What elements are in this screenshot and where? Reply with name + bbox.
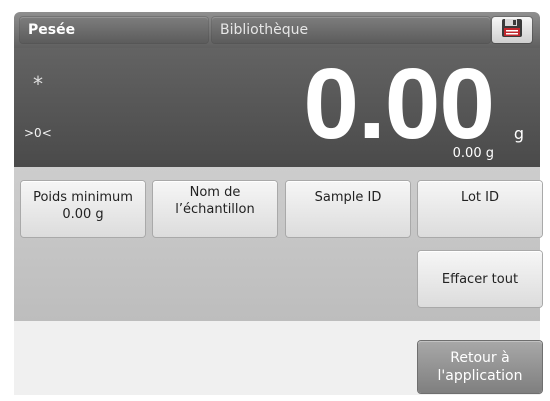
sample-name-button[interactable]: Nom de l’échantillon <box>153 181 277 237</box>
min-weight-label: Poids minimum <box>33 190 133 205</box>
clear-all-button[interactable]: Effacer tout <box>418 251 542 307</box>
clear-all-label: Effacer tout <box>441 271 519 287</box>
lot-id-button[interactable]: Lot ID <box>418 181 542 237</box>
return-label-line2: l'application <box>437 368 523 384</box>
tab-weigh[interactable]: Pesée <box>20 17 208 43</box>
save-button[interactable] <box>492 17 532 43</box>
lot-id-label: Lot ID <box>460 190 500 205</box>
footer-bar: Retour à l'application <box>14 321 542 395</box>
sample-name-label-line1: Nom de <box>189 185 241 200</box>
sample-name-label-line2: l’échantillon <box>175 202 255 217</box>
secondary-reading: 0.00 g <box>452 146 494 161</box>
center-of-zero-indicator: >0< <box>24 126 52 140</box>
weight-unit: g <box>513 124 524 143</box>
weight-display: * >0< 0.00 g 0.00 g <box>14 48 540 167</box>
min-weight-value: 0.00 g <box>62 207 104 222</box>
floppy-disk-icon <box>501 18 523 42</box>
stability-indicator: * <box>33 72 43 96</box>
return-to-application-button[interactable]: Retour à l'application <box>418 341 542 393</box>
return-label-line1: Retour à <box>450 350 510 366</box>
content-area: Poids minimum 0.00 g Nom de l’échantillo… <box>14 167 542 321</box>
sample-id-button[interactable]: Sample ID <box>286 181 410 237</box>
sample-id-label: Sample ID <box>314 190 382 205</box>
weigh-screen: Pesée Bibliothèque * >0< 0.00 g 0.00 g P… <box>0 0 550 401</box>
top-bar: Pesée Bibliothèque <box>14 12 540 48</box>
tab-library[interactable]: Bibliothèque <box>212 17 490 43</box>
min-weight-button[interactable]: Poids minimum 0.00 g <box>21 181 145 237</box>
